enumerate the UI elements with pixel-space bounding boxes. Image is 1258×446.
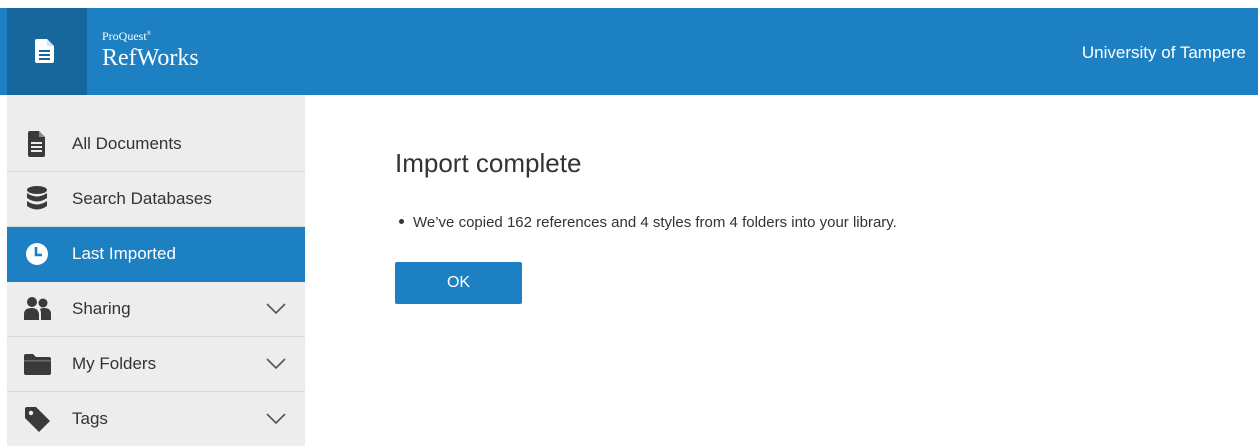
import-summary: We’ve copied 162 references and 4 styles… <box>395 214 1075 232</box>
import-summary-text: We’ve copied 162 references and 4 styles… <box>413 214 897 231</box>
sidebar-item-last-imported[interactable]: Last Imported <box>7 227 305 282</box>
sidebar: All Documents Search Databases Last Impo… <box>7 95 305 446</box>
app-header: ProQuest® RefWorks University of Tampere <box>0 8 1258 95</box>
sidebar-item-label: Last Imported <box>72 244 176 263</box>
sidebar-item-tags[interactable]: Tags <box>7 392 305 446</box>
sidebar-item-label: Search Databases <box>72 189 212 208</box>
sidebar-item-label: All Documents <box>72 134 182 153</box>
page-title: Import complete <box>395 148 582 178</box>
database-icon <box>27 186 47 210</box>
sidebar-item-my-folders[interactable]: My Folders <box>7 337 305 392</box>
sidebar-item-label: Sharing <box>72 299 131 318</box>
chevron-down-icon[interactable] <box>266 413 286 425</box>
sidebar-item-label: Tags <box>72 409 108 428</box>
chevron-down-icon[interactable] <box>266 303 286 315</box>
top-strip <box>0 0 1258 8</box>
sidebar-item-search-databases[interactable]: Search Databases <box>7 172 305 227</box>
brand-refworks: RefWorks <box>102 45 199 71</box>
sidebar-item-all-documents[interactable]: All Documents <box>7 117 305 172</box>
app-icon-box[interactable] <box>7 8 87 95</box>
bullet-icon <box>399 219 404 225</box>
clock-icon <box>26 243 48 265</box>
brand-proquest: ProQuest® <box>102 29 152 43</box>
chevron-down-icon[interactable] <box>266 358 286 370</box>
sidebar-item-label: My Folders <box>72 354 157 373</box>
ok-button[interactable]: OK <box>395 262 522 304</box>
main-content: Import complete We’ve copied 162 referen… <box>395 148 897 304</box>
institution-name[interactable]: University of Tampere <box>1082 43 1246 63</box>
users-icon <box>24 297 51 320</box>
brand-logo[interactable]: ProQuest® RefWorks <box>102 28 199 73</box>
tag-icon <box>25 407 50 432</box>
folder-icon <box>24 354 51 375</box>
sidebar-item-sharing[interactable]: Sharing <box>7 282 305 337</box>
document-icon <box>35 39 54 63</box>
sidebar-menu: All Documents Search Databases Last Impo… <box>7 117 305 446</box>
document-icon <box>28 131 45 157</box>
